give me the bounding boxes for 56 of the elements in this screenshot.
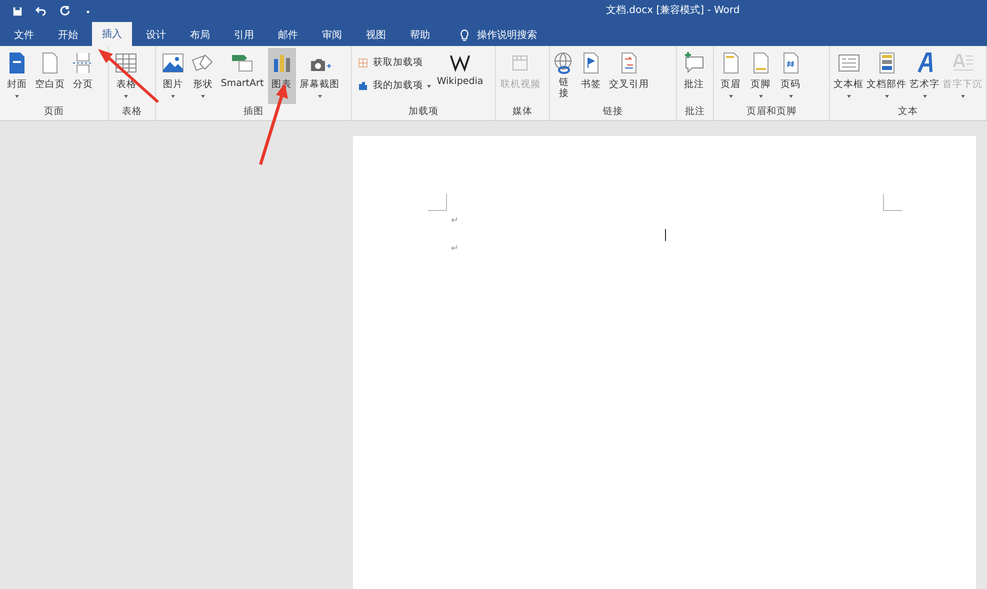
ribbon-button[interactable]: 空白页 (33, 48, 67, 104)
store-icon (356, 56, 369, 68)
group-label: 链接 (602, 106, 624, 119)
ribbon-tab[interactable]: 插入 (92, 22, 132, 46)
redo-icon (59, 5, 71, 17)
lightbulb-icon (458, 28, 471, 42)
corner-mark (428, 194, 447, 211)
pointer-arrow (98, 49, 159, 103)
window-title: 文档.docx [兼容模式] - Word (606, 4, 740, 17)
ribbon-button[interactable]: 艺术字 (909, 48, 940, 104)
ribbon-tab[interactable]: 布局 (180, 24, 220, 46)
group-label: 加载项 (407, 106, 440, 119)
addin-button[interactable]: 获取加载项 (354, 54, 433, 71)
group-label: 页面 (43, 106, 66, 119)
ribbon-button[interactable]: 交叉引用 (607, 48, 651, 104)
ribbon-button[interactable]: 图片 (158, 48, 187, 104)
ribbon-button[interactable]: 形状 (188, 48, 217, 104)
addin-button[interactable]: 我的加载项 (354, 77, 433, 94)
puzzle-icon (356, 80, 369, 92)
paragraph-mark: ↵ (451, 216, 460, 226)
ribbon-tab[interactable]: 引用 (224, 24, 264, 46)
tell-me-search[interactable]: 操作说明搜索 (452, 24, 543, 46)
group-label: 批注 (684, 106, 706, 119)
comment-icon (682, 51, 706, 75)
ribbon-button[interactable]: 页眉 (716, 48, 745, 104)
ribbon-button[interactable]: 屏幕截图 (298, 48, 342, 104)
group-label: 页眉和页脚 (745, 106, 798, 119)
ribbon-button[interactable]: 分页 (69, 48, 97, 104)
ribbon-button[interactable]: 书签 (577, 48, 605, 104)
paragraph-mark: ↵ (451, 244, 460, 254)
ribbon-button[interactable]: 封面 (3, 48, 31, 104)
ribbon-tab[interactable]: 文件 (4, 24, 44, 46)
text-cursor (665, 229, 666, 241)
ribbon-button[interactable]: 文本框 (833, 48, 864, 104)
ribbon-button[interactable]: SmartArt (218, 48, 266, 104)
ribbon-button[interactable]: 批注 (680, 48, 708, 104)
ribbon-tab[interactable]: 设计 (136, 24, 176, 46)
undo-icon (35, 5, 47, 17)
group-label: 文本 (897, 106, 919, 119)
ribbon-tab[interactable]: 帮助 (400, 24, 440, 46)
corner-mark (883, 194, 902, 211)
ribbon-tab[interactable]: 邮件 (268, 24, 308, 46)
group-label: 表格 (121, 106, 144, 119)
ribbon-button[interactable]: Wikipedia (434, 48, 486, 104)
ribbon-button[interactable]: 链接 (553, 48, 575, 104)
ribbon-button[interactable]: 页脚 (746, 48, 775, 104)
group-label: 插图 (242, 106, 264, 119)
ribbon-tab[interactable]: 开始 (48, 24, 88, 46)
ribbon-button[interactable]: 页码 (776, 48, 805, 104)
table-icon (114, 51, 138, 75)
picture-icon (160, 51, 185, 75)
ribbon-tab[interactable]: 视图 (356, 24, 396, 46)
save-icon (12, 6, 23, 16)
ribbon-tab[interactable]: 审阅 (312, 24, 352, 46)
group-label: 媒体 (511, 106, 534, 119)
ribbon-button[interactable]: 文档部件 (866, 48, 907, 104)
